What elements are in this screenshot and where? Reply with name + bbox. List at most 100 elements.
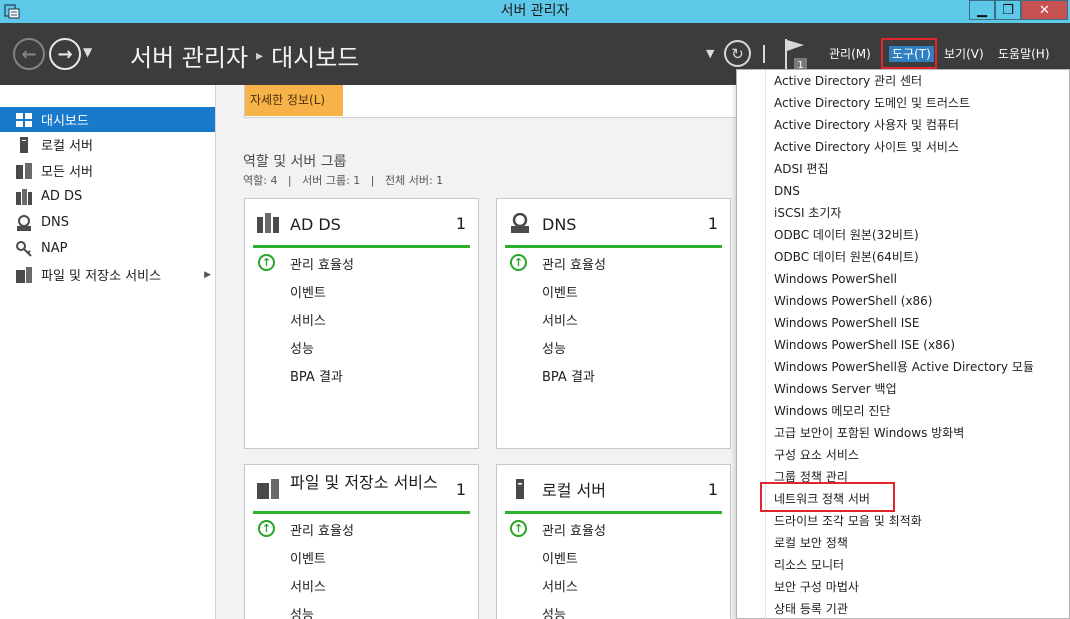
tile-row-events[interactable]: 이벤트 — [290, 548, 326, 567]
breadcrumb: 서버 관리자 ▸ 대시보드 — [130, 38, 359, 73]
tools-item-resource-monitor[interactable]: 리소스 모니터 — [774, 557, 844, 573]
tile-file-storage[interactable]: 파일 및 저장소 서비스 1 ↑ 관리 효율성 이벤트 서비스 성능 — [244, 464, 479, 619]
tools-item-powershell[interactable]: Windows PowerShell — [774, 271, 897, 287]
tools-item-adsi-edit[interactable]: ADSI 편집 — [774, 161, 829, 177]
adds-icon — [15, 188, 33, 205]
tools-item-ad-domains-trusts[interactable]: Active Directory 도메인 및 트러스트 — [774, 95, 970, 111]
tools-item-ad-sites-services[interactable]: Active Directory 사이트 및 서비스 — [774, 139, 959, 155]
menu-icon-gutter — [765, 70, 766, 619]
detail-panel: 자세한 정보(L) — [244, 85, 764, 118]
tile-row-performance[interactable]: 성능 — [290, 604, 314, 619]
sidebar-item-label: 로컬 서버 — [41, 139, 93, 154]
sidebar-item-local-server[interactable]: 로컬 서버 — [0, 132, 215, 157]
tools-item-ad-admin-center[interactable]: Active Directory 관리 센터 — [774, 73, 922, 89]
tile-title[interactable]: 로컬 서버 — [542, 480, 692, 501]
network-policy-server-highlight-box — [760, 482, 895, 512]
tile-row-bpa[interactable]: BPA 결과 — [542, 366, 595, 385]
tile-row-bpa[interactable]: BPA 결과 — [290, 366, 343, 385]
nav-history-dropdown-icon[interactable]: ▼ — [83, 45, 92, 59]
breadcrumb-current: 대시보드 — [271, 44, 360, 72]
detail-info-tab[interactable]: 자세한 정보(L) — [245, 85, 343, 116]
tile-row-performance[interactable]: 성능 — [542, 338, 566, 357]
sidebar-item-dns[interactable]: DNS — [0, 210, 215, 235]
adds-icon — [257, 213, 279, 233]
tile-row-manageability[interactable]: 관리 효율성 — [290, 254, 354, 273]
tools-item-iscsi-initiator[interactable]: iSCSI 초기자 — [774, 205, 841, 221]
tools-item-component-services[interactable]: 구성 요소 서비스 — [774, 447, 859, 463]
tile-title[interactable]: AD DS — [290, 214, 440, 235]
tile-row-manageability[interactable]: 관리 효율성 — [542, 520, 606, 539]
tools-item-local-security-policy[interactable]: 로컬 보안 정책 — [774, 535, 848, 551]
tools-item-security-config-wizard[interactable]: 보안 구성 마법사 — [774, 579, 859, 595]
forward-button[interactable]: → — [49, 38, 81, 70]
tools-item-powershell-ise[interactable]: Windows PowerShell ISE — [774, 315, 920, 331]
tile-row-services[interactable]: 서비스 — [290, 310, 326, 329]
menu-manage[interactable]: 관리(M) — [829, 46, 871, 62]
tools-dropdown-menu: Active Directory 관리 센터 Active Directory … — [736, 69, 1070, 619]
roles-groups-title: 역할 및 서버 그룹 — [243, 154, 347, 170]
back-button[interactable]: ← — [13, 38, 45, 70]
tools-item-ad-users-computers[interactable]: Active Directory 사용자 및 컴퓨터 — [774, 117, 959, 133]
sidebar-item-dashboard[interactable]: 대시보드 — [0, 107, 215, 132]
tile-row-events[interactable]: 이벤트 — [542, 548, 578, 567]
servers-icon — [15, 162, 33, 179]
sidebar-item-nap[interactable]: NAP — [0, 236, 215, 261]
notification-flag-icon[interactable]: 1 — [782, 37, 810, 71]
tile-row-services[interactable]: 서비스 — [542, 576, 578, 595]
back-arrow-icon: ← — [21, 43, 37, 65]
tools-item-powershell-ad-module[interactable]: Windows PowerShell용 Active Directory 모듈 — [774, 359, 1034, 375]
tools-item-health-registration[interactable]: 상태 등록 기관 — [774, 601, 848, 617]
minimize-button[interactable]: ▁ — [969, 0, 995, 20]
tile-row-events[interactable]: 이벤트 — [290, 282, 326, 301]
status-ok-icon: ↑ — [258, 254, 275, 271]
restore-button[interactable]: ❐ — [995, 0, 1021, 20]
dns-icon — [15, 214, 33, 231]
menu-help[interactable]: 도움말(H) — [998, 46, 1050, 62]
server-icon — [516, 479, 524, 499]
tools-item-firewall-advanced[interactable]: 고급 보안이 포함된 Windows 방화벽 — [774, 425, 964, 441]
dashboard-icon — [15, 112, 33, 128]
tools-item-powershell-ise-x86[interactable]: Windows PowerShell ISE (x86) — [774, 337, 955, 353]
tools-item-odbc-32[interactable]: ODBC 데이터 원본(32비트) — [774, 227, 919, 243]
minimize-icon: ▁ — [977, 2, 987, 18]
status-ok-icon: ↑ — [258, 520, 275, 537]
tools-item-odbc-64[interactable]: ODBC 데이터 원본(64비트) — [774, 249, 919, 265]
sidebar-item-all-servers[interactable]: 모든 서버 — [0, 158, 215, 183]
expand-arrow-icon[interactable]: ▶ — [204, 270, 211, 280]
tile-status-bar — [505, 245, 722, 248]
tools-item-powershell-x86[interactable]: Windows PowerShell (x86) — [774, 293, 932, 309]
close-button[interactable]: ✕ — [1021, 0, 1068, 20]
tile-row-services[interactable]: 서비스 — [542, 310, 578, 329]
sidebar-item-file-storage[interactable]: 파일 및 저장소 서비스 ▶ — [0, 262, 215, 287]
tools-item-defrag[interactable]: 드라이브 조각 모음 및 최적화 — [774, 513, 922, 529]
tile-row-performance[interactable]: 성능 — [542, 604, 566, 619]
tile-status-bar — [253, 245, 470, 248]
tile-row-events[interactable]: 이벤트 — [542, 282, 578, 301]
tools-item-server-backup[interactable]: Windows Server 백업 — [774, 381, 897, 397]
close-icon: ✕ — [1039, 2, 1050, 18]
status-ok-icon: ↑ — [510, 520, 527, 537]
menu-view[interactable]: 보기(V) — [944, 46, 984, 62]
sidebar-item-adds[interactable]: AD DS — [0, 184, 215, 209]
tile-adds[interactable]: AD DS 1 ↑ 관리 효율성 이벤트 서비스 성능 BPA 결과 — [244, 198, 479, 449]
roles-groups-stats: 역할: 4 | 서버 그룹: 1 | 전체 서버: 1 — [243, 174, 444, 187]
sidebar-item-label: NAP — [41, 241, 68, 256]
tile-title[interactable]: 파일 및 저장소 서비스 — [290, 472, 440, 493]
refresh-button[interactable]: ↻ — [724, 40, 751, 67]
tile-local-server[interactable]: 로컬 서버 1 ↑ 관리 효율성 이벤트 서비스 성능 — [496, 464, 731, 619]
tile-title[interactable]: DNS — [542, 214, 692, 235]
tile-row-manageability[interactable]: 관리 효율성 — [290, 520, 354, 539]
breadcrumb-root[interactable]: 서버 관리자 — [130, 38, 248, 73]
tools-item-memory-diagnostic[interactable]: Windows 메모리 진단 — [774, 403, 890, 419]
tile-row-performance[interactable]: 성능 — [290, 338, 314, 357]
sidebar-item-label: DNS — [41, 215, 69, 230]
refresh-icon: ↻ — [731, 44, 744, 63]
breadcrumb-dropdown-icon[interactable]: ▼ — [706, 47, 714, 60]
server-icon — [15, 136, 33, 153]
tile-row-manageability[interactable]: 관리 효율성 — [542, 254, 606, 273]
tools-item-dns[interactable]: DNS — [774, 183, 800, 199]
tile-row-services[interactable]: 서비스 — [290, 576, 326, 595]
tile-dns[interactable]: DNS 1 ↑ 관리 효율성 이벤트 서비스 성능 BPA 결과 — [496, 198, 731, 449]
window-title: 서버 관리자 — [500, 3, 570, 19]
status-ok-icon: ↑ — [510, 254, 527, 271]
